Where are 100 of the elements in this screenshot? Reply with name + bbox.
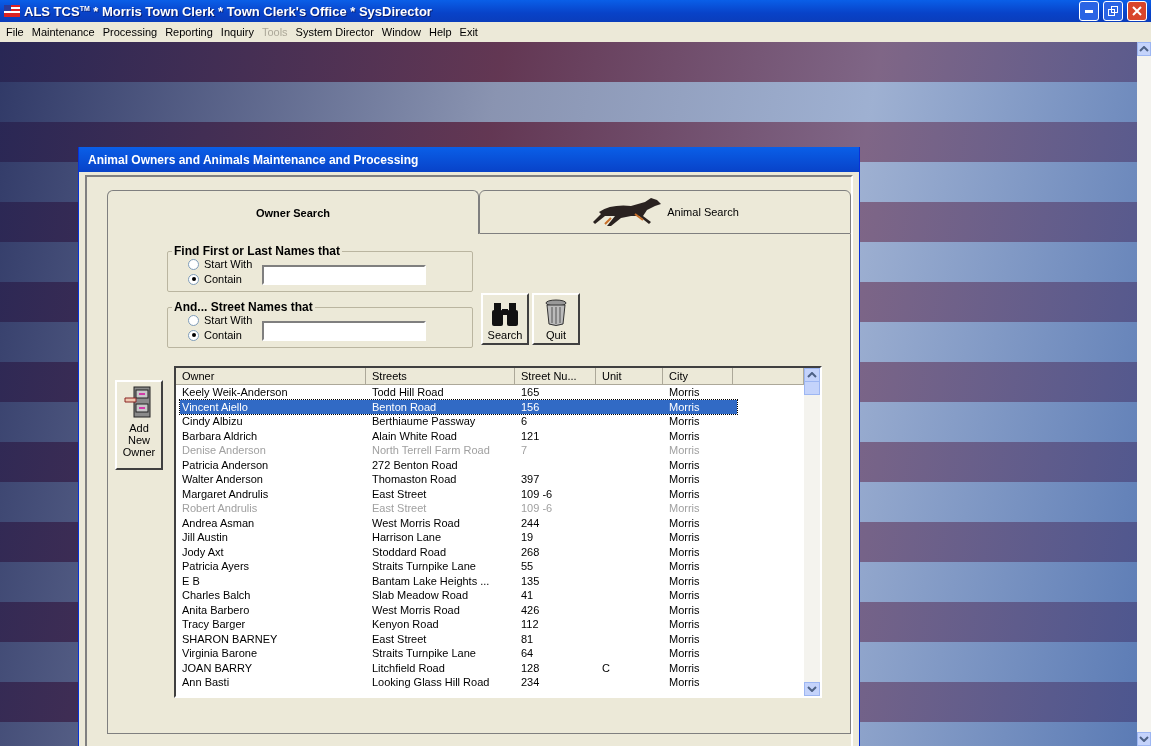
minimize-button[interactable] <box>1079 1 1099 21</box>
table-row[interactable]: Virginia Barone Straits Turnpike Lane 64 Morris <box>180 646 737 661</box>
table-cell-text: 165 <box>520 385 541 400</box>
radio-button[interactable] <box>188 329 199 341</box>
table-cell-text: C <box>601 660 611 675</box>
menu-item[interactable]: Processing <box>98 26 162 38</box>
table-cell-text: Harrison Lane <box>371 530 443 545</box>
table-row[interactable]: Walter Anderson Thomaston Road 397 Morris <box>180 472 737 487</box>
column-header[interactable]: Streets <box>366 368 515 385</box>
table-cell-text: 41 <box>520 588 535 603</box>
table-cell-text: Morris <box>668 602 701 617</box>
menu-item[interactable]: Inquiry <box>216 26 258 38</box>
table-cell-text: Keely Weik-Anderson <box>181 385 289 400</box>
table-cell-text: 109 -6 <box>520 486 554 501</box>
table-row[interactable]: Tracy Barger Kenyon Road 112 Morris <box>180 617 737 632</box>
table-cell-text: Morris <box>668 515 701 530</box>
radio-button[interactable] <box>188 273 199 285</box>
tab[interactable]: Owner Search <box>107 190 479 234</box>
table-cell-text: Morris <box>668 472 701 487</box>
group-title: Find First or Last Names that <box>173 244 342 258</box>
table-cell-text: Patricia Anderson <box>181 457 270 472</box>
table-cell-text: 6 <box>520 414 529 429</box>
radio-button[interactable] <box>188 258 199 270</box>
radio-option[interactable]: Contain <box>188 329 253 341</box>
radio-button[interactable] <box>188 314 199 326</box>
column-header[interactable]: Owner <box>176 368 366 385</box>
table-cell-text: Denise Anderson <box>181 443 267 458</box>
table-cell-text: Morris <box>668 573 701 588</box>
table-cell-text: Benton Road <box>371 399 438 414</box>
menu-item[interactable]: System Director <box>291 26 378 38</box>
quit-button[interactable]: Quit <box>532 293 580 345</box>
table-cell-text: Thomaston Road <box>371 472 458 487</box>
menu-item[interactable]: File <box>2 26 28 38</box>
table-cell-text: JOAN BARRY <box>181 660 254 675</box>
close-button[interactable] <box>1127 1 1147 21</box>
column-header[interactable]: Unit <box>596 368 663 385</box>
table-row[interactable]: Cindy Albizu Berthiaume Passway 6 Morris <box>180 414 737 429</box>
input-field[interactable] <box>262 320 427 341</box>
table-cell-text: Ann Basti <box>181 675 231 690</box>
scroll-down-icon[interactable] <box>1139 736 1149 742</box>
table-cell-text: Morris <box>668 414 701 429</box>
table-cell-text: North Terrell Farm Road <box>371 443 491 458</box>
table-cell-text: Morris <box>668 631 701 646</box>
table-row[interactable]: Patricia Anderson 272 Benton Road Morris <box>180 457 737 472</box>
scroll-thumb[interactable] <box>804 381 820 395</box>
scroll-up-icon[interactable] <box>1139 46 1149 52</box>
scroll-up-icon[interactable] <box>807 372 817 378</box>
menu-item[interactable]: Exit <box>455 26 482 38</box>
table-row[interactable]: SHARON BARNEY East Street 81 Morris <box>180 631 737 646</box>
radio-option[interactable]: Start With <box>188 258 253 270</box>
table-cell-text: 397 <box>520 472 541 487</box>
scroll-down-icon[interactable] <box>807 686 817 692</box>
table-cell-text: 121 <box>520 428 541 443</box>
table-cell-text: Morris <box>668 457 701 472</box>
menu-item[interactable]: Maintenance <box>27 26 99 38</box>
add-owner-button[interactable]: Add New Owner <box>115 380 163 470</box>
search-button[interactable]: Search <box>481 293 529 345</box>
restore-button[interactable] <box>1103 1 1123 21</box>
table-row[interactable]: Anita Barbero West Morris Road 426 Morris <box>180 602 737 617</box>
column-header[interactable]: Street Nu... <box>515 368 596 385</box>
radio-option[interactable]: Start With <box>188 314 253 326</box>
table-cell-text: Morris <box>668 443 701 458</box>
list-scrollbar[interactable] <box>804 368 820 696</box>
table-row[interactable]: Patricia Ayers Straits Turnpike Lane 55 Morris <box>180 559 737 574</box>
table-row[interactable]: Margaret Andrulis East Street 109 -6 Morris <box>180 486 737 501</box>
table-row[interactable]: Charles Balch Slab Meadow Road 41 Morris <box>180 588 737 603</box>
table-cell-text: SHARON BARNEY <box>181 631 279 646</box>
table-row[interactable]: Vincent Aiello Benton Road 156 Morris <box>180 399 737 414</box>
table-row[interactable]: Keely Weik-Anderson Todd Hill Road 165 Morris <box>180 385 737 400</box>
table-cell-text: Virginia Barone <box>181 646 258 661</box>
menu-item[interactable]: Help <box>424 26 456 38</box>
table-row[interactable]: Barbara Aldrich Alain White Road 121 Morris <box>180 428 737 443</box>
table-row[interactable]: Ann Basti Looking Glass Hill Road 234 Morris <box>180 675 737 690</box>
table-cell-text: Slab Meadow Road <box>371 588 469 603</box>
table-row[interactable]: Andrea Asman West Morris Road 244 Morris <box>180 515 737 530</box>
table-row[interactable]: JOAN BARRY Litchfield Road 128 C Morris <box>180 660 737 675</box>
table-cell-text: Straits Turnpike Lane <box>371 559 477 574</box>
table-cell-text: 55 <box>520 559 535 574</box>
table-cell-text: Morris <box>668 486 701 501</box>
input-field[interactable] <box>262 264 427 285</box>
menu-item[interactable]: Window <box>377 26 425 38</box>
minimize-icon <box>1085 9 1093 13</box>
table-cell-text: 135 <box>520 573 541 588</box>
table-cell-text: Todd Hill Road <box>371 385 445 400</box>
column-header[interactable]: City <box>663 368 733 385</box>
scrollbar[interactable] <box>1137 42 1151 746</box>
tab[interactable]: Animal Search <box>479 190 851 234</box>
table-cell-text: Morris <box>668 530 701 545</box>
table-cell-text: 156 <box>520 399 541 414</box>
table-row[interactable]: Jill Austin Harrison Lane 19 Morris <box>180 530 737 545</box>
table-cell-text: Charles Balch <box>181 588 252 603</box>
table-row[interactable]: Jody Axt Stoddard Road 268 Morris <box>180 544 737 559</box>
radio-option[interactable]: Contain <box>188 273 253 285</box>
table-cell-text: Anita Barbero <box>181 602 251 617</box>
menu-item[interactable]: Reporting <box>161 26 217 38</box>
table-cell-text: Walter Anderson <box>181 472 264 487</box>
table-row[interactable]: E B Bantam Lake Heights ... 135 Morris <box>180 573 737 588</box>
table-cell-text: Patricia Ayers <box>181 559 251 574</box>
table-cell-text: Bantam Lake Heights ... <box>371 573 491 588</box>
table-cell-text: East Street <box>371 486 428 501</box>
